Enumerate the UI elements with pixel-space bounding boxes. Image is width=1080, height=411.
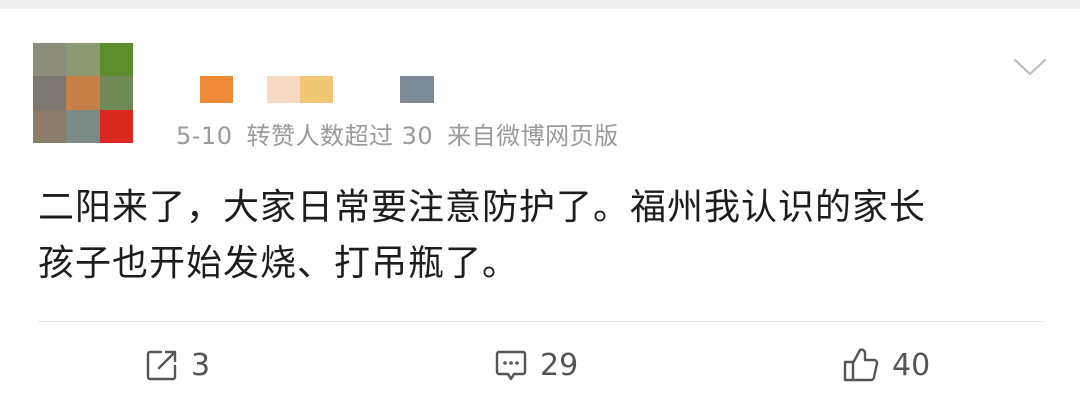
avatar-mosaic-cell — [99, 109, 133, 143]
divider — [38, 321, 1044, 322]
avatar-mosaic-cell — [99, 43, 133, 77]
avatar-mosaic-cell — [66, 43, 100, 77]
username-mosaic-block — [300, 76, 333, 103]
username-mosaic-block — [267, 76, 300, 103]
repost-icon — [146, 350, 177, 381]
username-mosaic-block — [400, 76, 434, 103]
avatar-mosaic-cell — [33, 76, 67, 110]
post-date: 5-10 — [176, 122, 233, 150]
avatar-mosaic-cell — [99, 76, 133, 110]
like-button[interactable]: 40 — [842, 343, 930, 387]
avatar-mosaic-cell — [33, 109, 67, 143]
thumbs-up-icon — [843, 348, 879, 382]
top-separator-bar — [0, 0, 1080, 9]
comment-button[interactable]: 29 — [494, 343, 578, 387]
username[interactable] — [200, 76, 450, 103]
repost-count: 3 — [191, 347, 211, 383]
reposts-note: 转赞人数超过 30 — [246, 122, 434, 150]
post-text: 二阳来了，大家日常要注意防护了。福州我认识的家长 孩子也开始发烧、打吊瓶了。 — [38, 180, 1048, 292]
post-meta: 5-10 转赞人数超过 30 来自微博网页版 — [176, 116, 619, 151]
username-mosaic-block — [200, 76, 233, 103]
comment-icon — [495, 350, 527, 381]
post-text-line: 孩子也开始发烧、打吊瓶了。 — [38, 243, 520, 284]
avatar-mosaic-cell — [66, 109, 100, 143]
comment-count: 29 — [540, 347, 579, 383]
chevron-down-icon[interactable] — [1012, 55, 1048, 79]
post-source: 来自微博网页版 — [447, 122, 619, 150]
avatar[interactable] — [33, 43, 133, 143]
avatar-mosaic-cell — [66, 76, 100, 110]
repost-button[interactable]: 3 — [145, 343, 210, 387]
post-text-line: 二阳来了，大家日常要注意防护了。福州我认识的家长 — [38, 187, 927, 228]
like-count: 40 — [892, 347, 931, 383]
avatar-mosaic-cell — [33, 43, 67, 77]
